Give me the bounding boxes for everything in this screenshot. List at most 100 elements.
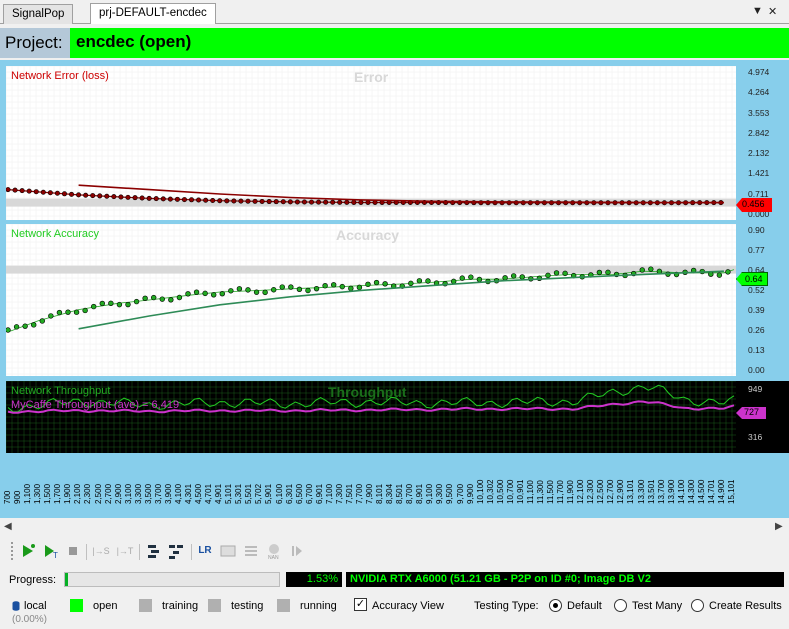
data-point (73, 309, 80, 315)
throughput-title: Network Throughput (11, 385, 111, 397)
step-icon[interactable]: T (42, 542, 60, 560)
lr-button[interactable]: LR (196, 542, 214, 560)
nan-icon[interactable]: NAN (265, 542, 283, 561)
step-s-icon[interactable]: |→S (92, 542, 110, 560)
local-percent: (0.00%) (12, 614, 48, 625)
data-point (245, 198, 251, 204)
stop-icon[interactable] (64, 542, 82, 560)
training-label: training (162, 600, 199, 612)
data-point (133, 298, 140, 305)
data-point (125, 301, 131, 308)
x-tick-label: 1,700 (53, 483, 63, 504)
test-many-radio[interactable] (614, 599, 627, 612)
x-tick-label: 12,500 (596, 479, 606, 504)
x-tick-label: 4,901 (214, 483, 224, 504)
open-indicator (70, 599, 83, 612)
data-point (40, 189, 46, 195)
data-point (210, 198, 216, 204)
testing-indicator (208, 599, 221, 612)
x-tick-label: 5,501 (244, 483, 254, 504)
y-tick-label: 1.421 (748, 168, 770, 179)
data-point (309, 199, 315, 205)
data-point (48, 313, 54, 319)
horizontal-scrollbar[interactable]: ◀ ▶ (0, 519, 789, 536)
x-tick-label: 12,300 (586, 479, 596, 504)
x-tick-label: 6,500 (294, 483, 304, 504)
x-tick-label: 1,300 (33, 483, 43, 504)
run-icon[interactable] (19, 542, 37, 560)
data-point (69, 191, 75, 197)
data-point (6, 187, 11, 193)
x-tick-label: 3,100 (123, 483, 133, 504)
chevron-down-icon[interactable]: ▼ (752, 5, 763, 17)
scroll-right-icon[interactable]: ▶ (775, 521, 783, 532)
list-icon[interactable] (242, 542, 260, 560)
x-tick-label: 10,700 (505, 479, 515, 504)
x-tick-label: 14,900 (716, 479, 726, 504)
pause-icon[interactable] (288, 542, 306, 560)
x-tick-label: 5,101 (224, 483, 234, 504)
default-label[interactable]: Default (567, 600, 602, 612)
data-point (408, 280, 414, 287)
close-icon[interactable]: ✕ (768, 5, 777, 18)
x-tick-label: 13,700 (656, 479, 666, 504)
data-point (468, 274, 474, 280)
local-label: local (24, 600, 47, 612)
x-tick-label: 9,500 (445, 483, 455, 504)
data-point (13, 324, 20, 330)
data-point (294, 199, 300, 205)
data-point (91, 303, 97, 310)
default-radio[interactable] (549, 599, 562, 612)
x-tick-label: 2,700 (103, 483, 113, 504)
scroll-left-icon[interactable]: ◀ (4, 521, 12, 532)
test-many-label[interactable]: Test Many (632, 600, 682, 612)
x-tick-label: 4,500 (194, 483, 204, 504)
data-point (125, 194, 131, 200)
running-indicator (277, 599, 290, 612)
x-tick-label: 700 (3, 490, 12, 504)
x-tick-label: 2,300 (83, 483, 93, 504)
x-tick-label: 4,701 (204, 483, 214, 504)
data-point (82, 307, 88, 314)
x-tick-label: 1,900 (63, 483, 73, 504)
y-tick-label: 0.39 (748, 305, 765, 315)
data-point (168, 297, 174, 303)
y-tick-label: 0.711 (748, 188, 769, 199)
data-point (159, 296, 165, 302)
data-point (519, 274, 525, 280)
x-tick-label: 8,700 (405, 483, 415, 504)
data-point (181, 197, 187, 203)
data-point (185, 291, 191, 297)
net-view-icon[interactable] (167, 542, 185, 560)
data-point (116, 301, 123, 308)
tab-signalpop[interactable]: SignalPop (3, 4, 74, 24)
toolbar-grip (11, 542, 15, 560)
layers-icon[interactable] (145, 542, 163, 560)
data-point (65, 309, 71, 315)
x-tick-label: 14,300 (686, 479, 696, 504)
x-tick-label: 5,901 (264, 483, 274, 504)
svg-text:NAN: NAN (268, 555, 279, 560)
x-tick-label: 1,500 (43, 483, 53, 504)
accuracy-panel: Network Accuracy Accuracy (6, 224, 736, 376)
create-results-radio[interactable] (691, 599, 704, 612)
accuracy-view-label[interactable]: Accuracy View (372, 600, 444, 612)
x-tick-label: 6,901 (314, 483, 324, 504)
data-point (270, 287, 277, 293)
grid-icon[interactable] (219, 542, 237, 560)
y-tick-label: 0.77 (748, 245, 765, 255)
y-tick-label: 4.974 (748, 67, 770, 77)
tab-project[interactable]: prj-DEFAULT-encdec (90, 3, 216, 24)
data-point (725, 269, 731, 275)
data-point (322, 283, 328, 289)
data-point (19, 188, 25, 194)
x-tick-label: 9,100 (425, 483, 435, 504)
x-tick-label: 1,100 (23, 483, 33, 504)
create-results-label[interactable]: Create Results (709, 600, 782, 612)
accuracy-view-checkbox[interactable]: ✓ (354, 598, 367, 611)
step-t-icon[interactable]: |→T (116, 542, 134, 560)
x-tick-label: 9,700 (455, 483, 465, 504)
y-tick-label: 0.13 (748, 345, 765, 355)
x-tick-label: 3,700 (153, 483, 163, 504)
x-tick-label: 6,301 (284, 483, 294, 504)
